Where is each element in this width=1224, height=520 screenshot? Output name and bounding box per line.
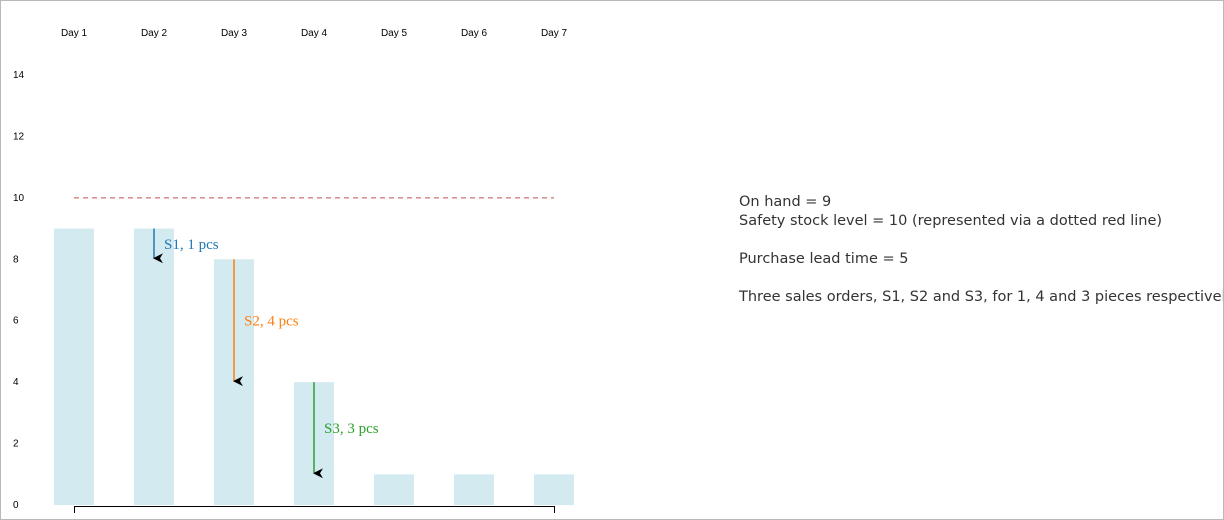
- note-lead-time: Purchase lead time = 5: [739, 251, 909, 267]
- chart-frame: 0 2 4 6 8 10 12 14 Day 1 Day 2 Day 3 Day 4 Day 5 Day …: [0, 0, 1224, 520]
- bar: [454, 474, 494, 505]
- y-tick-label: 8: [13, 254, 19, 265]
- note-on-hand: On hand = 9: [739, 194, 832, 210]
- day-label: Day 7: [541, 28, 568, 39]
- notes-panel: On hand = 9 Safety stock level = 10 (rep…: [739, 193, 1224, 307]
- day-label: Day 2: [141, 28, 168, 39]
- day-label: Day 3: [221, 28, 248, 39]
- y-tick-label: 0: [13, 500, 19, 511]
- y-tick-label: 10: [13, 193, 25, 204]
- y-tick-label: 6: [13, 316, 19, 327]
- bar: [54, 228, 94, 506]
- bar: [374, 474, 414, 505]
- sales-order-label: S2, 4 pcs: [244, 314, 299, 330]
- day-label: Day 6: [461, 28, 488, 39]
- day-label: Day 4: [301, 28, 328, 39]
- y-tick-label: 14: [13, 70, 25, 81]
- note-sales-orders: Three sales orders, S1, S2 and S3, for 1…: [739, 289, 1224, 305]
- y-tick-label: 12: [13, 131, 25, 142]
- sales-order-label: S3, 3 pcs: [324, 421, 379, 437]
- bar: [134, 228, 174, 506]
- bar: [534, 474, 574, 505]
- y-tick-label: 4: [13, 377, 19, 388]
- y-tick-label: 2: [13, 439, 19, 450]
- sales-order-label: S1, 1 pcs: [164, 237, 219, 253]
- day-label: Day 5: [381, 28, 408, 39]
- day-label: Day 1: [61, 28, 88, 39]
- note-safety-stock: Safety stock level = 10 (represented via…: [739, 213, 1163, 229]
